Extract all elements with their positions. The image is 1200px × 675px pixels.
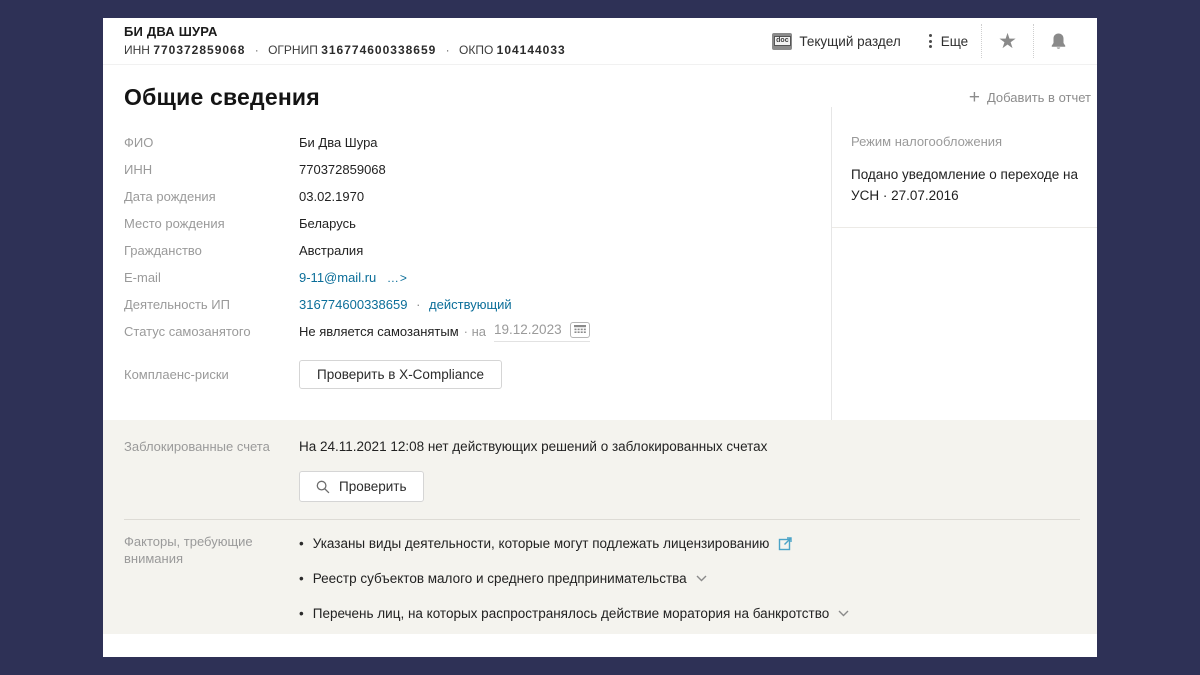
field-value: Би Два Шура bbox=[299, 135, 378, 150]
header-actions: doc Текущий раздел Еще ★ bbox=[759, 18, 1083, 64]
field-label: Гражданство bbox=[124, 243, 299, 258]
date-input[interactable]: 19.12.2023 bbox=[494, 322, 590, 342]
tax-regime-label: Режим налогообложения bbox=[851, 134, 1081, 149]
title-row: Общие сведения + Добавить в отчет bbox=[103, 65, 1097, 107]
more-menu-button[interactable]: Еще bbox=[914, 18, 981, 64]
fields-column: ФИО Би Два Шура ИНН 770372859068 Дата ро… bbox=[103, 107, 831, 420]
field-value: Австралия bbox=[299, 243, 363, 258]
more-label: Еще bbox=[941, 34, 968, 49]
factor-list: • Указаны виды деятельности, которые мог… bbox=[299, 533, 849, 638]
ogrnip-value: 316774600338659 bbox=[321, 43, 436, 57]
ip-status-link[interactable]: действующий bbox=[429, 297, 512, 312]
field-label: Деятельность ИП bbox=[124, 297, 299, 312]
star-icon: ★ bbox=[998, 31, 1017, 52]
bell-icon bbox=[1050, 32, 1067, 50]
entity-header: БИ ДВА ШУРА ИНН 770372859068 · ОГРНИП 31… bbox=[103, 18, 1097, 65]
current-section-button[interactable]: doc Текущий раздел bbox=[759, 18, 913, 64]
field-row-birth-date: Дата рождения 03.02.1970 bbox=[124, 183, 831, 210]
on-date-label: · на bbox=[464, 324, 486, 339]
id-separator: · bbox=[446, 43, 450, 57]
field-row-inn: ИНН 770372859068 bbox=[124, 156, 831, 183]
x-compliance-check-button[interactable]: Проверить в X-Compliance bbox=[299, 360, 502, 389]
attention-factors-row: Факторы, требующие внимания • Указаны ви… bbox=[124, 533, 1097, 638]
field-row-self-employed: Статус самозанятого Не является самозаня… bbox=[124, 318, 831, 345]
field-label: Статус самозанятого bbox=[124, 324, 299, 339]
okpo-label: ОКПО bbox=[459, 43, 493, 57]
email-link[interactable]: 9-11@mail.ru bbox=[299, 270, 376, 285]
field-row-birth-place: Место рождения Беларусь bbox=[124, 210, 831, 237]
email-more-icon[interactable]: …> bbox=[387, 271, 408, 285]
entity-ids: ИНН 770372859068 · ОГРНИП 31677460033865… bbox=[124, 43, 566, 57]
field-row-citizenship: Гражданство Австралия bbox=[124, 237, 831, 264]
field-label: ФИО bbox=[124, 135, 299, 150]
add-to-report-button[interactable]: + Добавить в отчет bbox=[969, 88, 1091, 107]
field-label: Место рождения bbox=[124, 216, 299, 231]
favorite-button[interactable]: ★ bbox=[982, 18, 1033, 64]
field-row-ip-activity: Деятельность ИП 316774600338659 · действ… bbox=[124, 291, 831, 318]
blocked-accounts-message: На 24.11.2021 12:08 нет действующих реше… bbox=[299, 439, 767, 454]
check-blocked-accounts-button[interactable]: Проверить bbox=[299, 471, 424, 502]
field-label: Комплаенс-риски bbox=[124, 360, 299, 382]
risk-section: Заблокированные счета На 24.11.2021 12:0… bbox=[103, 420, 1097, 634]
ogrnip-label: ОГРНИП bbox=[268, 43, 318, 57]
field-row-fio: ФИО Би Два Шура bbox=[124, 129, 831, 156]
bullet: • bbox=[299, 571, 304, 586]
blocked-accounts-row: Заблокированные счета На 24.11.2021 12:0… bbox=[124, 439, 1097, 454]
field-label: Дата рождения bbox=[124, 189, 299, 204]
factor-item-moratorium: • Перечень лиц, на которых распространял… bbox=[299, 603, 849, 624]
inn-value: 770372859068 bbox=[153, 43, 245, 57]
field-value: Беларусь bbox=[299, 216, 356, 231]
field-value: 03.02.1970 bbox=[299, 189, 364, 204]
search-icon bbox=[316, 480, 330, 494]
factor-text: Перечень лиц, на которых распространялос… bbox=[313, 606, 830, 621]
ogrnip-link[interactable]: 316774600338659 bbox=[299, 297, 407, 312]
field-label: ИНН bbox=[124, 162, 299, 177]
divider bbox=[124, 519, 1080, 520]
field-row-email: E-mail 9-11@mail.ru …> bbox=[124, 264, 831, 291]
bullet: • bbox=[299, 536, 304, 551]
divider bbox=[832, 227, 1097, 228]
field-value: 770372859068 bbox=[299, 162, 386, 177]
chevron-down-icon[interactable] bbox=[696, 575, 707, 582]
tax-regime-panel: Режим налогообложения Подано уведомление… bbox=[831, 107, 1097, 420]
notifications-button[interactable] bbox=[1034, 18, 1083, 64]
general-info-section: ФИО Би Два Шура ИНН 770372859068 Дата ро… bbox=[103, 107, 1097, 420]
add-to-report-label: Добавить в отчет bbox=[987, 90, 1091, 105]
doc-icon: doc bbox=[772, 33, 792, 50]
kebab-menu-icon bbox=[927, 34, 934, 48]
field-label: E-mail bbox=[124, 270, 299, 285]
field-label: Заблокированные счета bbox=[124, 439, 299, 454]
self-employed-status: Не является самозанятым bbox=[299, 324, 459, 339]
id-separator: · bbox=[255, 43, 259, 57]
plus-icon: + bbox=[969, 88, 980, 107]
factor-text: Реестр субъектов малого и среднего предп… bbox=[313, 571, 687, 586]
current-section-label: Текущий раздел bbox=[799, 34, 900, 49]
entity-info: БИ ДВА ШУРА ИНН 770372859068 · ОГРНИП 31… bbox=[124, 18, 566, 64]
check-button-label: Проверить bbox=[339, 479, 407, 494]
factor-item-sme-registry: • Реестр субъектов малого и среднего пре… bbox=[299, 568, 849, 589]
factor-text: Указаны виды деятельности, которые могут… bbox=[313, 536, 770, 551]
chevron-down-icon[interactable] bbox=[838, 610, 849, 617]
external-link-icon[interactable] bbox=[778, 536, 793, 551]
okpo-value: 104144033 bbox=[497, 43, 566, 57]
entity-name: БИ ДВА ШУРА bbox=[124, 24, 566, 39]
date-value: 19.12.2023 bbox=[494, 322, 562, 337]
tax-regime-text: Подано уведомление о переходе на УСН · 2… bbox=[851, 164, 1081, 206]
inn-label: ИНН bbox=[124, 43, 150, 57]
field-row-compliance: Комплаенс-риски Проверить в X-Compliance bbox=[124, 360, 831, 387]
field-label: Факторы, требующие внимания bbox=[124, 533, 299, 638]
content-card: БИ ДВА ШУРА ИНН 770372859068 · ОГРНИП 31… bbox=[103, 18, 1097, 657]
factor-item-licensing: • Указаны виды деятельности, которые мог… bbox=[299, 533, 849, 554]
separator: · bbox=[416, 297, 420, 312]
bullet: • bbox=[299, 606, 304, 621]
calendar-icon[interactable] bbox=[570, 322, 590, 338]
